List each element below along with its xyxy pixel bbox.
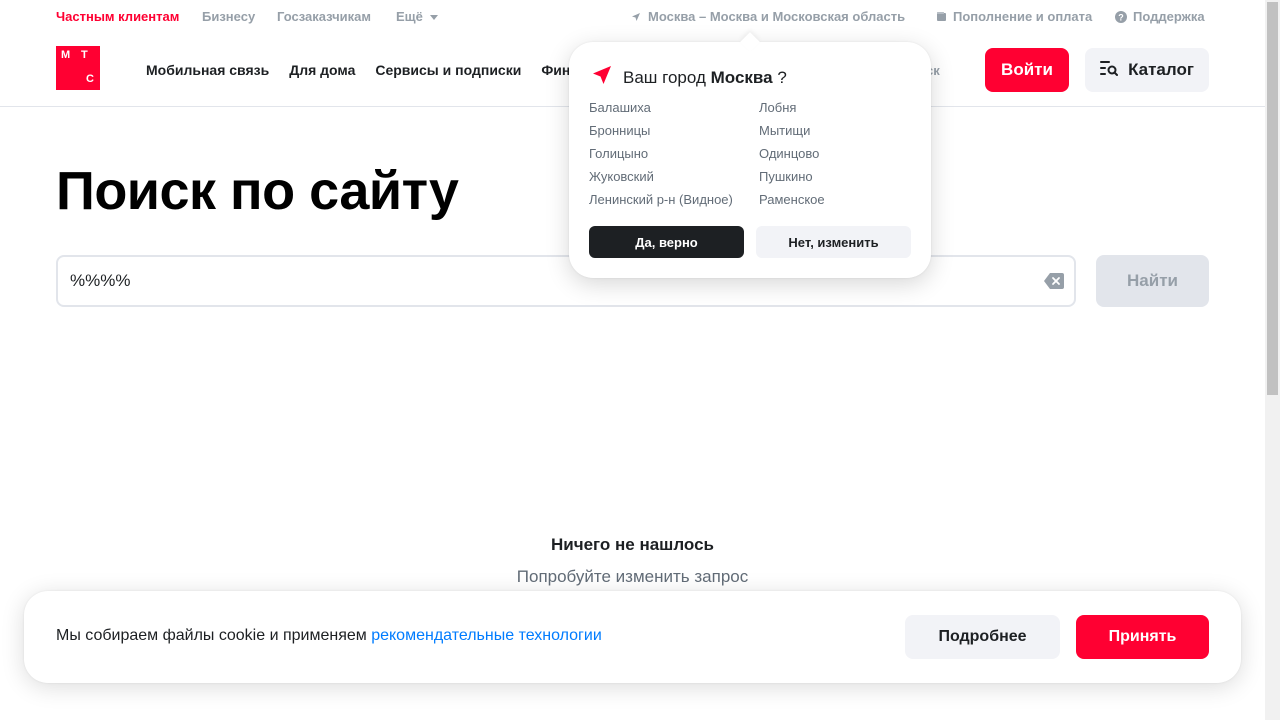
city-question-prefix: Ваш город: [623, 67, 706, 87]
confirm-city-button[interactable]: Да, верно: [589, 226, 744, 258]
segment-more-dropdown[interactable]: Ещё: [396, 9, 438, 24]
city-option[interactable]: Голицыно: [589, 145, 759, 163]
catalog-button[interactable]: Каталог: [1085, 48, 1209, 92]
empty-result-subtitle: Попробуйте изменить запрос: [516, 567, 749, 586]
topup-label: Пополнение и оплата: [953, 9, 1093, 24]
mts-logo[interactable]: М Т С: [56, 46, 100, 90]
region-selector[interactable]: Москва – Москва и Московская область: [630, 9, 905, 24]
city-option[interactable]: Раменское: [759, 191, 929, 209]
page-title: Поиск по сайту: [56, 161, 459, 221]
city-question-text: Ваш город Москва ?: [623, 68, 787, 88]
recommendation-tech-link[interactable]: рекомендательные технологии: [371, 627, 602, 644]
city-confirm-popup: Ваш город Москва ? Балашиха Бронницы Гол…: [569, 42, 931, 278]
location-arrow-icon: [630, 11, 642, 23]
city-column-right: Лобня Мытищи Одинцово Пушкино Раменское: [759, 99, 929, 209]
cookie-accept-button[interactable]: Принять: [1076, 615, 1209, 659]
chevron-down-icon: [429, 14, 438, 20]
city-option[interactable]: Ленинский р-н (Видное): [589, 191, 759, 209]
detected-city: Москва: [710, 67, 773, 87]
scrollbar-thumb[interactable]: [1267, 2, 1278, 395]
change-city-button[interactable]: Нет, изменить: [756, 226, 911, 258]
support-label: Поддержка: [1133, 9, 1205, 24]
location-arrow-icon: [591, 64, 613, 91]
topup-link[interactable]: Пополнение и оплата: [935, 9, 1092, 24]
city-question-suffix: ?: [777, 67, 787, 87]
city-option[interactable]: Жуковский: [589, 168, 759, 186]
support-link[interactable]: ? Поддержка: [1115, 9, 1205, 24]
city-option[interactable]: Балашиха: [589, 99, 759, 117]
main-nav: Мобильная связь Для дома Сервисы и подпи…: [146, 62, 606, 78]
city-list: Балашиха Бронницы Голицыно Жуковский Лен…: [589, 99, 929, 209]
logo-letter-s: С: [86, 73, 94, 85]
cookie-details-button[interactable]: Подробнее: [905, 615, 1060, 659]
logo-letter-t: Т: [81, 49, 88, 61]
cookie-banner: Мы собираем файлы cookie и применяем рек…: [24, 591, 1241, 683]
city-question: Ваш город Москва ?: [591, 64, 787, 91]
cookie-message: Мы собираем файлы cookie и применяем: [56, 627, 367, 644]
svg-text:?: ?: [1118, 12, 1124, 22]
catalog-search-icon: [1100, 60, 1119, 81]
city-option[interactable]: Лобня: [759, 99, 929, 117]
nav-item-home[interactable]: Для дома: [289, 62, 355, 78]
clear-input-icon[interactable]: [1044, 273, 1064, 294]
nav-item-services[interactable]: Сервисы и подписки: [375, 62, 521, 78]
city-option[interactable]: Мытищи: [759, 122, 929, 140]
catalog-label: Каталог: [1128, 60, 1194, 79]
find-button[interactable]: Найти: [1096, 255, 1209, 307]
empty-result-title: Ничего не нашлось: [551, 535, 714, 554]
logo-letter-m: М: [61, 49, 71, 61]
nav-item-mobile[interactable]: Мобильная связь: [146, 62, 269, 78]
help-circle-icon: ?: [1115, 10, 1127, 23]
cookie-text: Мы собираем файлы cookie и применяем рек…: [56, 627, 602, 645]
login-button[interactable]: Войти: [985, 48, 1069, 92]
city-column-left: Балашиха Бронницы Голицыно Жуковский Лен…: [589, 99, 759, 209]
city-option[interactable]: Одинцово: [759, 145, 929, 163]
city-option[interactable]: Пушкино: [759, 168, 929, 186]
segment-more-label: Ещё: [396, 9, 423, 24]
region-label: Москва – Москва и Московская область: [648, 9, 906, 24]
segment-private-clients[interactable]: Частным клиентам: [56, 9, 179, 24]
top-bar: Частным клиентам Бизнесу Госзаказчикам Е…: [0, 0, 1265, 32]
segment-government[interactable]: Госзаказчикам: [277, 9, 371, 24]
wallet-icon: [935, 11, 947, 23]
city-option[interactable]: Бронницы: [589, 122, 759, 140]
page-scrollbar[interactable]: [1265, 0, 1280, 720]
segment-business[interactable]: Бизнесу: [202, 9, 255, 24]
